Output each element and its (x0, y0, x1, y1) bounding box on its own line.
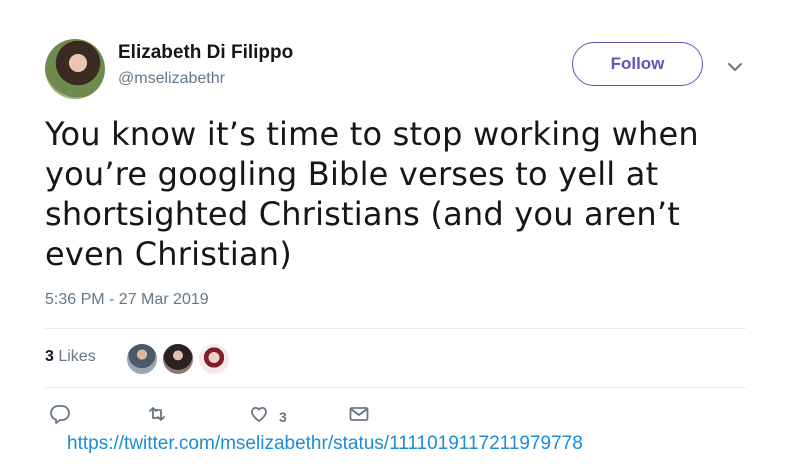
author-avatar[interactable] (45, 39, 105, 99)
like-count: 3 (279, 408, 287, 425)
liker-avatar[interactable] (126, 343, 158, 375)
liker-avatar[interactable] (162, 343, 194, 375)
chevron-down-icon[interactable] (724, 56, 746, 78)
likes-stat[interactable]: 3 Likes (45, 348, 96, 366)
divider-bottom (45, 387, 746, 388)
direct-message-button[interactable] (348, 403, 370, 430)
author-handle[interactable]: @mselizabethr (118, 70, 225, 88)
heart-icon (248, 403, 270, 430)
retweet-icon (146, 403, 168, 430)
like-button[interactable]: 3 (248, 403, 287, 430)
follow-button[interactable]: Follow (572, 42, 703, 86)
retweet-button[interactable] (146, 403, 168, 430)
tweet-url-link[interactable]: https://twitter.com/mselizabethr/status/… (67, 433, 583, 455)
divider-top (45, 328, 746, 329)
likes-number: 3 (45, 348, 54, 365)
tweet-text: You know it’s time to stop working when … (45, 115, 699, 273)
tweet-timestamp[interactable]: 5:36 PM - 27 Mar 2019 (45, 291, 209, 309)
author-display-name[interactable]: Elizabeth Di Filippo (118, 42, 293, 64)
liker-avatar[interactable] (198, 343, 230, 375)
reply-icon (49, 403, 71, 430)
reply-button[interactable] (49, 403, 71, 430)
envelope-icon (348, 403, 370, 430)
likes-label: Likes (53, 348, 96, 365)
